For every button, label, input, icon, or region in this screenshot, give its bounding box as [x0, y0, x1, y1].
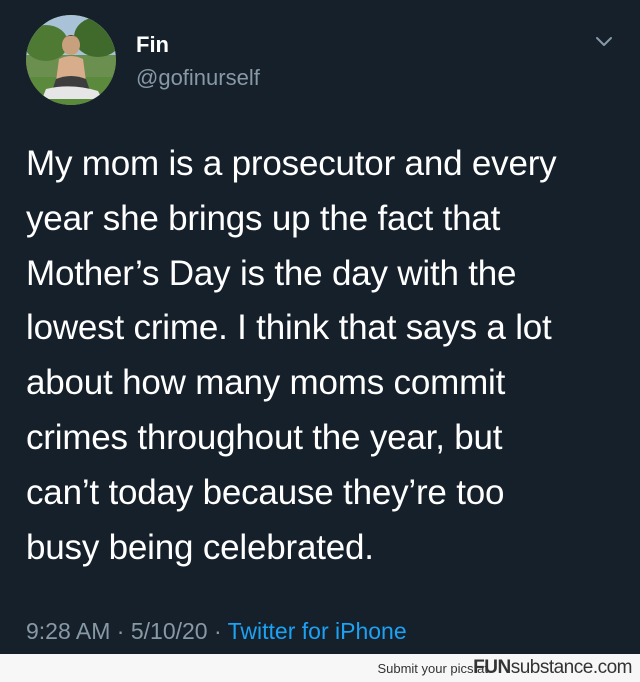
avatar[interactable]	[26, 15, 116, 105]
tweet-source-link[interactable]: Twitter for iPhone	[228, 618, 407, 644]
logo-fun: FUN	[473, 657, 511, 678]
tweet-text: My mom is a prosecutor and every year sh…	[26, 137, 626, 575]
tweet-text-line: about how many moms commit	[26, 363, 506, 403]
display-name[interactable]: Fin	[136, 32, 169, 58]
user-handle[interactable]: @gofinurself	[136, 65, 260, 91]
logo-tld: .com	[592, 657, 633, 678]
tweet-date[interactable]: 5/10/20	[131, 618, 208, 644]
submit-text: Submit your pics at	[377, 661, 488, 676]
avatar-photo	[26, 15, 116, 105]
meta-separator: ·	[116, 618, 125, 644]
tweet-text-line: year she brings up the fact that	[26, 198, 501, 238]
tweet-time[interactable]: 9:28 AM	[26, 618, 110, 644]
tweet-text-line: Mother’s Day is the day with the	[26, 253, 517, 293]
tweet-card: Fin @gofinurself My mom is a prosecutor …	[0, 0, 640, 654]
tweet-text-line: busy being celebrated.	[26, 527, 374, 567]
tweet-text-line: crimes throughout the year, but	[26, 417, 503, 457]
tweet-meta: 9:28 AM · 5/10/20 · Twitter for iPhone	[26, 617, 407, 645]
site-logo[interactable]: FUNsubstance.com	[473, 657, 632, 679]
logo-substance: substance	[510, 657, 594, 678]
tweet-text-line: can’t today because they’re too	[26, 472, 505, 512]
tweet-text-line: lowest crime. I think that says a lot	[26, 308, 552, 348]
tweet-text-line: My mom is a prosecutor and every	[26, 144, 557, 183]
chevron-down-icon[interactable]	[594, 34, 614, 48]
meta-separator: ·	[213, 618, 222, 644]
watermark-footer: Submit your pics at FUNsubstance.com	[0, 654, 640, 682]
